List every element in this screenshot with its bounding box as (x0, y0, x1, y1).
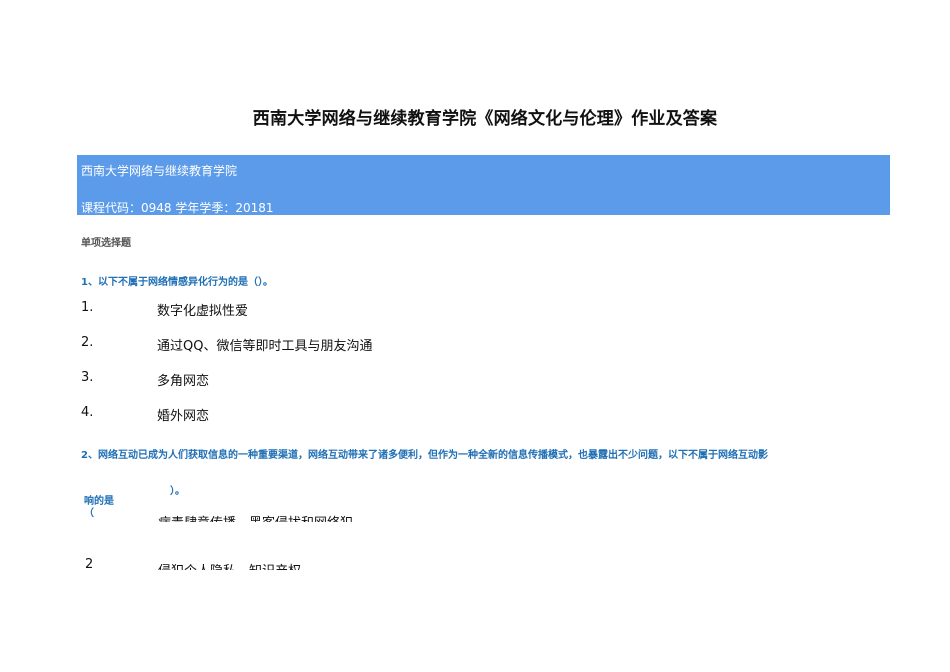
clipped-option: 侵犯个人隐私、知识产权 (158, 560, 418, 570)
option-number: 3. (81, 370, 94, 385)
document-title: 西南大学网络与继续教育学院《网络文化与伦理》作业及答案 (252, 109, 718, 129)
option-text: 数字化虚拟性爱 (157, 304, 249, 319)
question-2-tail-line2: （ (84, 508, 94, 519)
option-text: 病毒肆意传播、黑客侵扰和网络犯 (158, 512, 353, 522)
header-band: 西南大学网络与继续教育学院 课程代码：0948 学年学季：20181 (77, 155, 890, 215)
option-text: 侵犯个人隐私、知识产权 (158, 560, 301, 570)
question-2-continuation: ）。 (170, 486, 185, 497)
option-text: 通过QQ、微信等即时工具与朋友沟通 (157, 339, 373, 354)
option-number: 2 (85, 557, 94, 572)
institution-name: 西南大学网络与继续教育学院 (81, 164, 238, 178)
section-label: 单项选择题 (81, 238, 131, 249)
option-text: 多角网恋 (157, 374, 210, 389)
question-2: 2、网络互动已成为人们获取信息的一种重要渠道，网络互动带来了诸多便利，但作为一种… (81, 450, 768, 461)
clipped-option: 病毒肆意传播、黑客侵扰和网络犯 (158, 512, 418, 522)
question-2-tail: 响的是 （ (84, 496, 114, 520)
option-text: 婚外网恋 (157, 409, 210, 424)
option-number: 1. (81, 300, 94, 315)
question-2-tail-line1: 响的是 (84, 496, 114, 507)
option-number: 2. (81, 335, 94, 350)
option-number: 4. (81, 405, 94, 420)
course-info: 课程代码：0948 学年学季：20181 (81, 201, 274, 215)
question-1: 1、以下不属于网络情感异化行为的是（）。 (81, 277, 273, 288)
